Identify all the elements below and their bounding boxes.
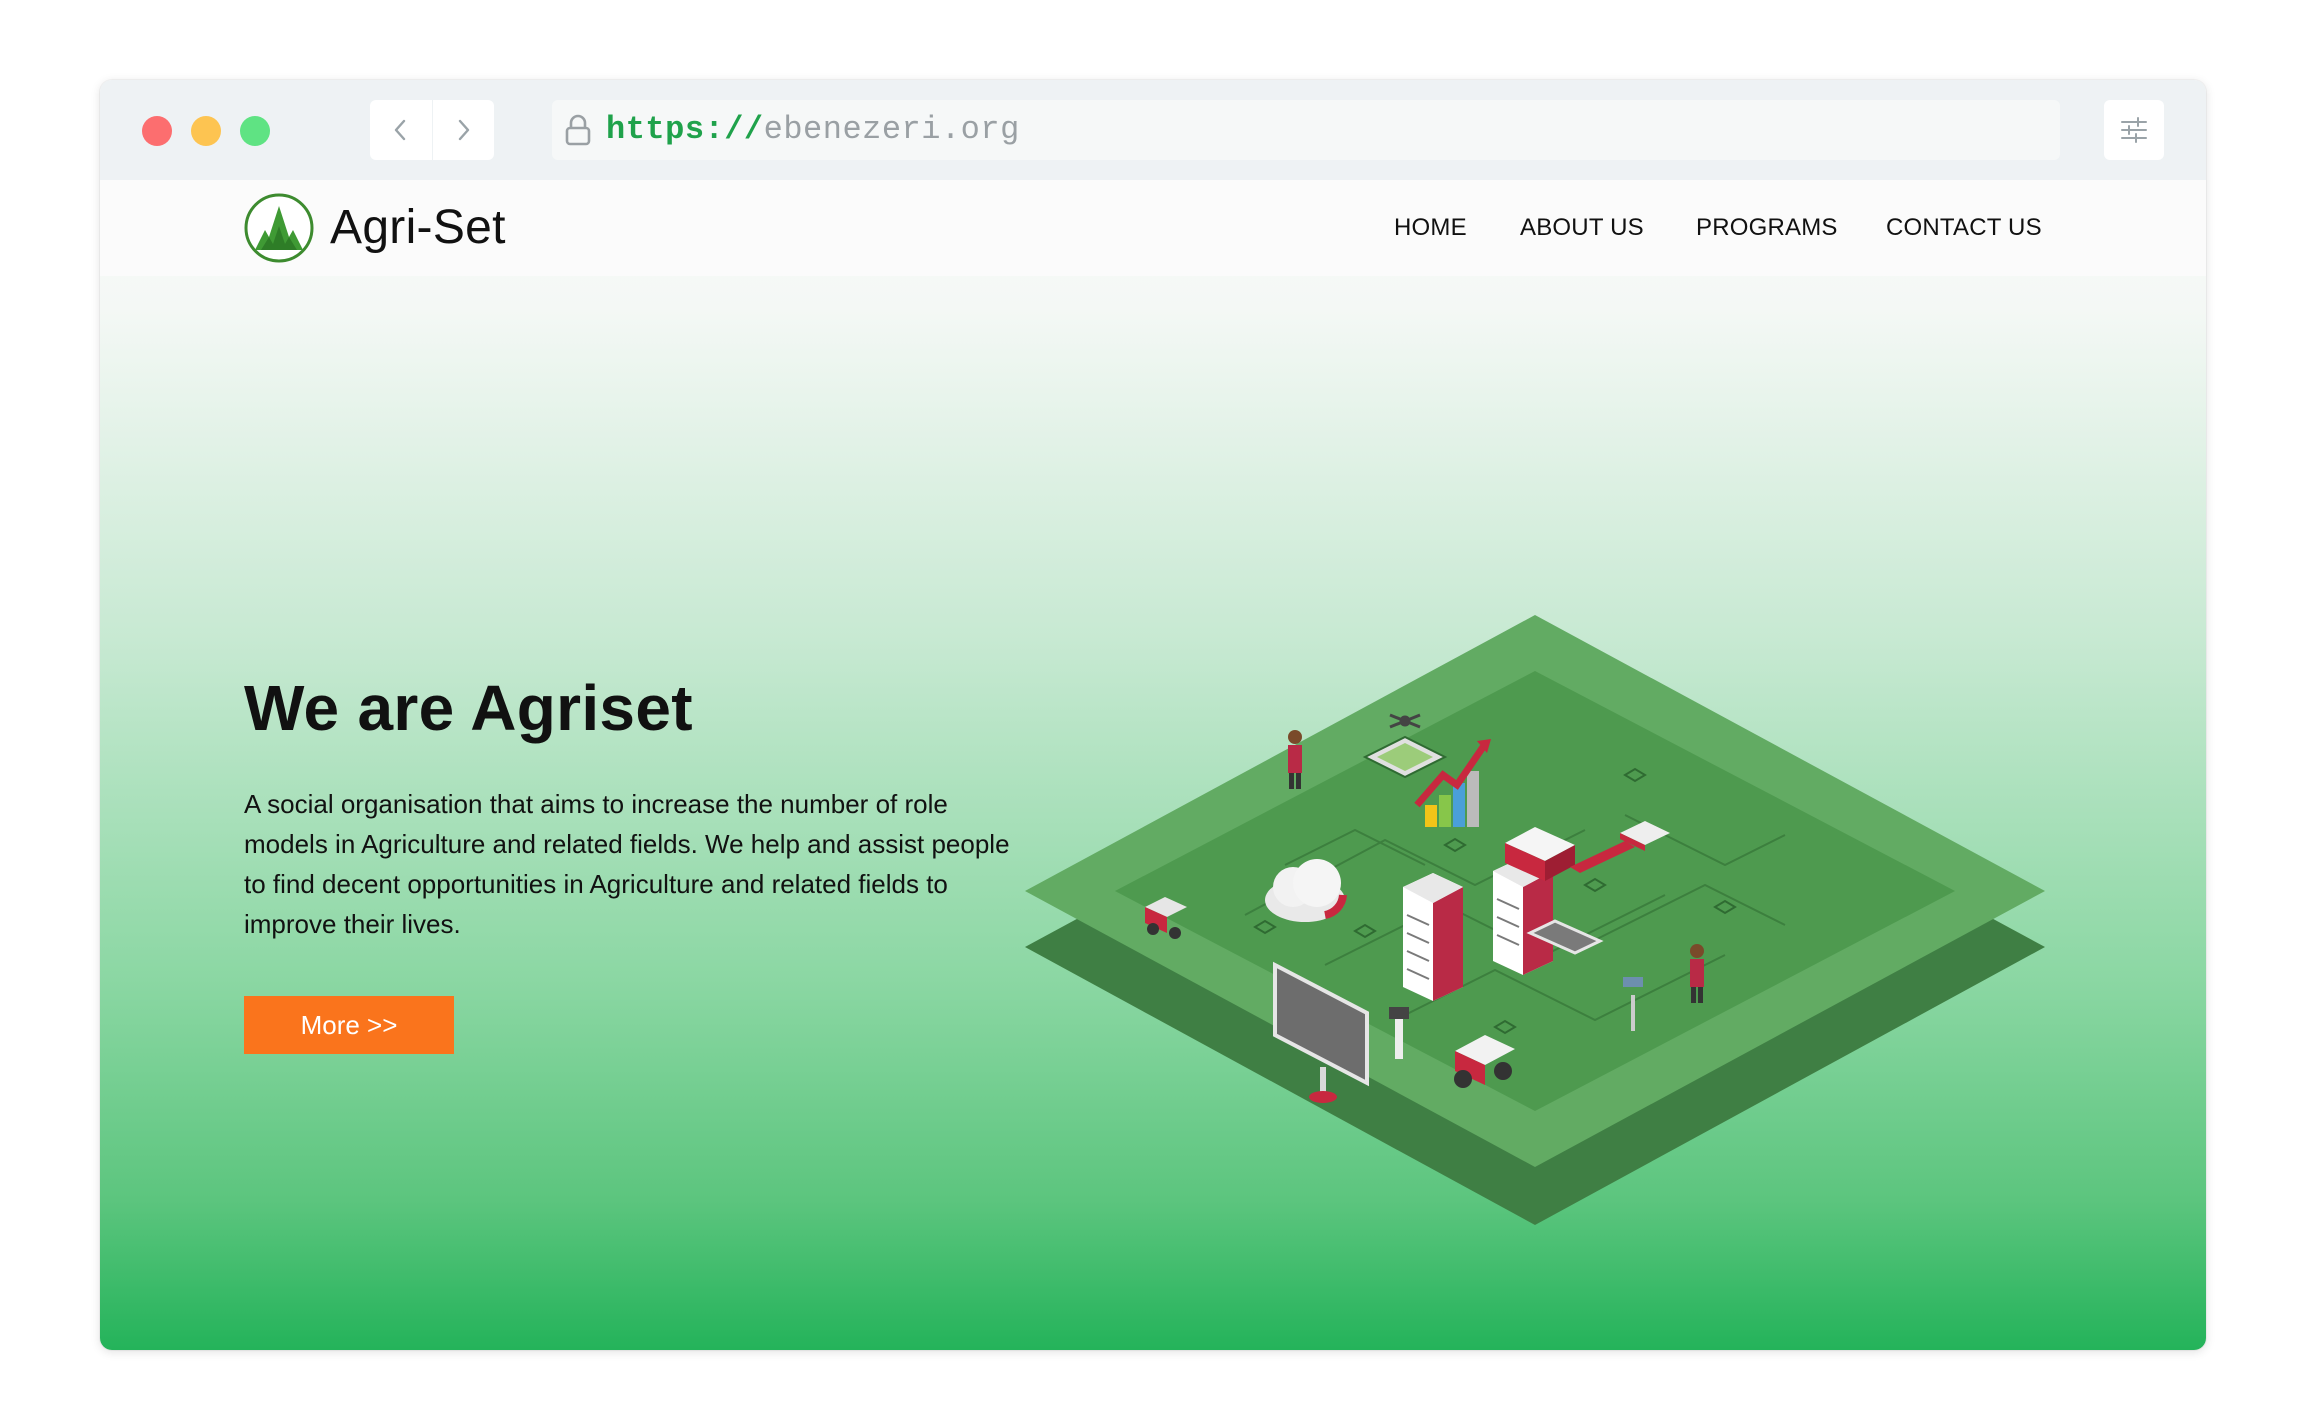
lock-icon: [565, 114, 591, 146]
site-header: Agri-Set HOME ABOUT US PROGRAMS CONTACT …: [100, 180, 2206, 276]
chevron-right-icon: [459, 119, 470, 141]
forward-button[interactable]: [431, 100, 495, 160]
history-nav: [370, 100, 494, 160]
address-bar[interactable]: https://ebenezeri.org: [552, 100, 2060, 160]
nav-programs[interactable]: PROGRAMS: [1696, 211, 1838, 245]
chevron-left-icon: [394, 119, 405, 141]
hero-description: A social organisation that aims to incre…: [244, 789, 1010, 939]
brand-name[interactable]: Agri-Set: [330, 200, 506, 256]
web-page: Agri-Set HOME ABOUT US PROGRAMS CONTACT …: [100, 180, 2206, 1350]
url-scheme: https://: [606, 111, 764, 148]
minimize-window-button[interactable]: [191, 116, 221, 146]
url-host: ebenezeri.org: [763, 111, 1020, 148]
maximize-window-button[interactable]: [240, 116, 270, 146]
settings-button[interactable]: [2104, 100, 2164, 160]
back-button[interactable]: [370, 100, 432, 160]
url-text: https://ebenezeri.org: [606, 111, 1020, 149]
nav-about-us[interactable]: ABOUT US: [1520, 211, 1644, 245]
nav-contact-us[interactable]: CONTACT US: [1886, 211, 2042, 245]
browser-toolbar: https://ebenezeri.org: [100, 80, 2206, 180]
browser-window: https://ebenezeri.org Agri-Set HOME ABOU…: [100, 80, 2206, 1350]
tree-logo-icon[interactable]: [243, 192, 315, 264]
smart-farm-illustration: [1025, 615, 2045, 1225]
close-window-button[interactable]: [142, 116, 172, 146]
more-button[interactable]: More >>: [244, 996, 454, 1054]
sliders-icon: [2121, 117, 2147, 143]
hero-title: We are Agriset: [244, 672, 693, 744]
nav-home[interactable]: HOME: [1394, 211, 1467, 245]
